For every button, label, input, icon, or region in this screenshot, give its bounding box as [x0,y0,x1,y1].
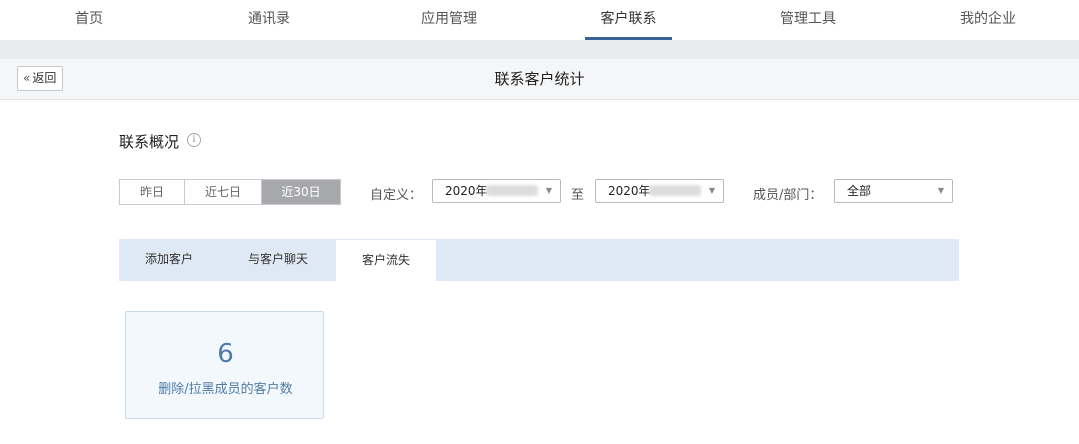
range-yesterday-button[interactable]: 昨日 [120,180,185,204]
page-title: 联系客户统计 [494,70,585,88]
top-nav: 首页 通讯录 应用管理 客户联系 管理工具 我的企业 [0,0,1079,40]
stat-label: 删除/拉黑成员的客户数 [158,382,293,397]
nav-item-contacts[interactable]: 通讯录 [234,0,304,38]
tab-customer-loss[interactable]: 客户流失 [336,239,436,281]
info-icon[interactable]: i [187,133,201,147]
member-department-value: 全部 [847,184,872,198]
stat-card: 6 删除/拉黑成员的客户数 [125,311,324,419]
nav-item-home[interactable]: 首页 [55,0,123,38]
tab-chat-with-customer[interactable]: 与客户聊天 [229,239,327,281]
title-bar: 联系客户统计 «返回 [0,59,1079,100]
redacted-blur [486,185,538,196]
tab-add-customer[interactable]: 添加客户 [119,239,219,281]
end-date-select[interactable]: 2020年 ▼ [595,179,724,203]
back-button[interactable]: «返回 [17,66,64,91]
date-range-segmented-control: 昨日 近七日 近30日 [119,179,341,205]
start-date-select[interactable]: 2020年 ▼ [432,179,561,203]
stat-value: 6 [217,339,234,369]
nav-item-my-enterprise[interactable]: 我的企业 [951,0,1025,38]
dropdown-arrow-icon: ▼ [708,186,715,195]
end-date-value: 2020年 [608,184,651,198]
section-title: 联系概况 [119,133,180,151]
date-range-separator: 至 [571,188,585,203]
redacted-blur [649,185,701,196]
member-department-select[interactable]: 全部 ▼ [834,179,953,203]
member-department-label: 成员/部门： [753,188,823,203]
nav-item-app-management[interactable]: 应用管理 [413,0,485,38]
double-chevron-left-icon: « [23,71,31,85]
range-7-days-button[interactable]: 近七日 [185,180,262,204]
nav-item-customer-contact[interactable]: 客户联系 [585,0,672,40]
start-date-value: 2020年 [445,184,488,198]
range-30-days-button[interactable]: 近30日 [262,180,340,204]
dropdown-arrow-icon: ▼ [545,186,552,195]
header-divider-band [0,40,1079,59]
stat-tabs: 添加客户 与客户聊天 客户流失 [119,239,959,281]
nav-item-management-tools[interactable]: 管理工具 [772,0,844,38]
back-button-label: 返回 [32,71,57,85]
custom-range-label: 自定义： [370,188,423,203]
dropdown-arrow-icon: ▼ [937,186,944,195]
